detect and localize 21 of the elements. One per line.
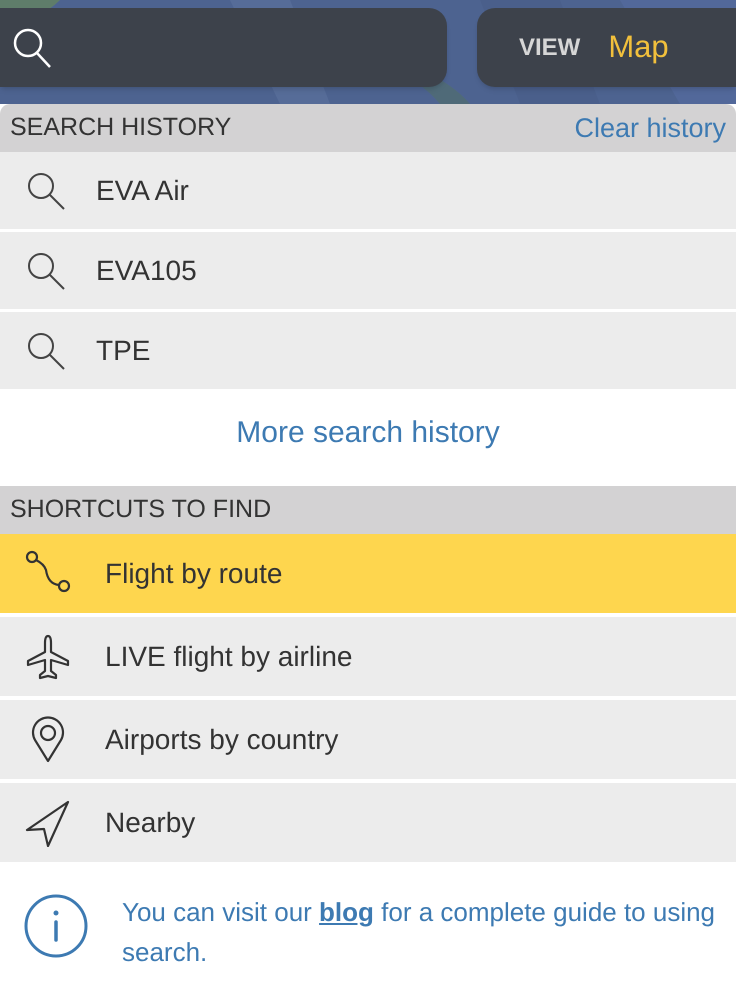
blog-link[interactable]: blog <box>319 897 374 927</box>
info-icon <box>24 894 88 958</box>
search-icon <box>26 330 66 370</box>
shortcut-item[interactable]: LIVE flight by airline <box>0 617 736 696</box>
section-heading: SHORTCUTS TO FIND <box>10 494 272 526</box>
history-item[interactable]: TPE <box>0 312 736 389</box>
search-icon <box>12 26 52 68</box>
shortcut-item[interactable]: Airports by country <box>0 700 736 779</box>
section-heading: SEARCH HISTORY <box>10 112 232 144</box>
shortcut-item[interactable]: Nearby <box>0 783 736 862</box>
history-item[interactable]: EVA105 <box>0 232 736 309</box>
shortcut-item[interactable]: Flight by route <box>0 534 736 613</box>
search-icon <box>26 250 66 290</box>
history-item[interactable]: EVA Air <box>0 152 736 229</box>
navigation-arrow-icon <box>24 798 72 846</box>
view-button[interactable]: VIEW Map <box>477 8 736 87</box>
more-search-history-link[interactable]: More search history <box>236 410 500 455</box>
info-text: You can visit our blog for a complete guide to using search. <box>122 896 716 969</box>
search-icon <box>26 170 66 210</box>
search-field[interactable] <box>0 8 447 87</box>
airplane-icon <box>24 632 72 680</box>
